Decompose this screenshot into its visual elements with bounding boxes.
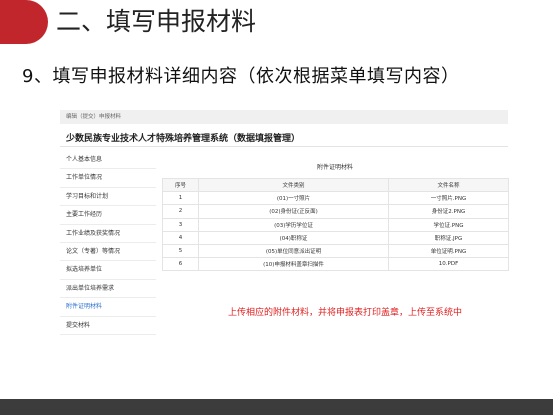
row-category: (03)学历学位证 — [198, 217, 389, 232]
row-filename[interactable]: 职称证.JPG — [388, 230, 509, 245]
sidebar-item-papers[interactable]: 论文（专著）等情况 — [60, 243, 156, 262]
sidebar-item-submit[interactable]: 提交材料 — [60, 317, 156, 335]
table-row: 3 (03)学历学位证 学位证.PNG — [162, 217, 509, 232]
column-header-index: 序号 — [162, 177, 199, 193]
slide-subtitle: 9、填写申报材料详细内容（依次根据菜单填写内容） — [22, 66, 460, 87]
table-row: 5 (05)单位同意派出证明 单位证明.PNG — [162, 243, 509, 259]
footer-bar — [0, 399, 553, 415]
table-row: 1 (01)一寸照片 一寸照片.PNG — [162, 191, 509, 206]
sidebar-item-dispatch-needs[interactable]: 派出单位培养需求 — [60, 280, 156, 299]
row-index: 3 — [162, 217, 199, 232]
header-accent-bar — [0, 0, 48, 44]
sidebar-item-training-unit[interactable]: 拟选培养单位 — [60, 261, 156, 280]
row-index: 4 — [162, 230, 199, 245]
row-filename[interactable]: 学位证.PNG — [388, 217, 509, 232]
row-category: (05)单位同意派出证明 — [198, 243, 389, 259]
title-divider — [60, 146, 508, 147]
column-header-category: 文件类别 — [198, 177, 389, 193]
row-filename[interactable]: 10.PDF — [388, 257, 509, 272]
attachments-table: 序号 文件类别 文件名称 1 (01)一寸照片 一寸照片.PNG 2 (02)身… — [162, 177, 509, 272]
row-index: 5 — [162, 243, 199, 259]
row-index: 2 — [162, 204, 199, 219]
row-filename[interactable]: 单位证明.PNG — [388, 243, 509, 259]
row-category: (04)职称证 — [198, 230, 389, 245]
table-row: 2 (02)身份证(正反面) 身份证2.PNG — [162, 204, 509, 219]
attachments-panel: 附件证明材料 序号 文件类别 文件名称 1 (01)一寸照片 一寸照片.PNG — [162, 162, 509, 272]
sidebar-item-attachments[interactable]: 附件证明材料 — [60, 298, 156, 317]
system-title: 少数民族专业技术人才特殊培养管理系统（数据填报管理） — [66, 134, 301, 144]
sidebar-item-study-plan[interactable]: 学习目标和计划 — [60, 188, 156, 207]
sidebar-item-achievements[interactable]: 工作业绩及获奖情况 — [60, 225, 156, 243]
row-category: (02)身份证(正反面) — [198, 204, 389, 219]
breadcrumb: 编辑（提交）申报材料 — [60, 110, 508, 124]
row-index: 1 — [162, 191, 199, 206]
table-row: 6 (10)申报材料盖章扫描件 10.PDF — [162, 257, 509, 272]
sidebar-item-work-history[interactable]: 主要工作经历 — [60, 206, 156, 225]
row-category: (01)一寸照片 — [198, 191, 389, 206]
column-header-filename: 文件名称 — [388, 177, 509, 193]
table-header-row: 序号 文件类别 文件名称 — [162, 177, 509, 193]
slide-title: 二、填写申报材料 — [56, 7, 257, 36]
row-filename[interactable]: 身份证2.PNG — [388, 204, 509, 219]
row-index: 6 — [162, 257, 199, 272]
row-filename[interactable]: 一寸照片.PNG — [388, 191, 509, 206]
sidebar-item-work-unit[interactable]: 工作单位情况 — [60, 169, 156, 188]
row-category: (10)申报材料盖章扫描件 — [198, 257, 389, 272]
upload-instruction-note: 上传相应的附件材料，并将申报表打印盖章，上传至系统中 — [228, 308, 463, 318]
sidebar-menu: 个人基本信息 工作单位情况 学习目标和计划 主要工作经历 工作业绩及获奖情况 论… — [60, 151, 156, 335]
sidebar-item-basic-info[interactable]: 个人基本信息 — [60, 151, 156, 170]
panel-title: 附件证明材料 — [316, 164, 353, 171]
table-row: 4 (04)职称证 职称证.JPG — [162, 230, 509, 245]
